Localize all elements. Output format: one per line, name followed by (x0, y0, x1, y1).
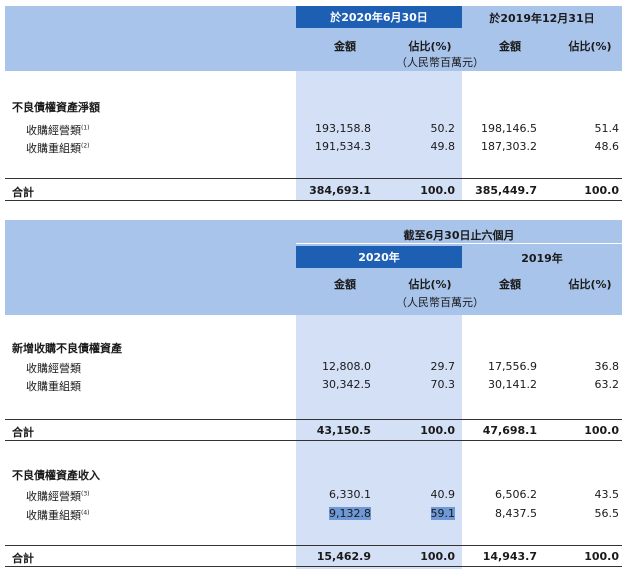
pct-header-2019: 佔比(%) (568, 278, 612, 291)
pct-header-2020: 佔比(%) (408, 278, 452, 291)
pct-header-2020: 佔比(%) (408, 40, 452, 53)
section-title: 不良債權資產收入 (12, 469, 100, 482)
row-label: 收購經營類(1) (26, 124, 90, 137)
section-title: 不良債權資產淨額 (12, 101, 100, 114)
total-amount-2020: 384,693.1 (309, 184, 371, 197)
total-pct-2019: 100.0 (584, 550, 619, 563)
row-pct-2019: 56.5 (594, 507, 620, 520)
row-amount-2019: 198,146.5 (481, 122, 537, 135)
divider (5, 178, 622, 179)
divider (5, 200, 622, 201)
current-period-column (296, 71, 462, 200)
row-amount-2019: 30,141.2 (488, 378, 537, 391)
amount-header-2019: 金額 (499, 278, 521, 291)
total-amount-2020: 43,150.5 (316, 424, 371, 437)
row-pct-2019: 43.5 (594, 488, 620, 501)
row-amount-2020: 6,330.1 (329, 488, 371, 501)
row-pct-2020-selected: 59.1 (430, 507, 455, 520)
section-title: 新增收購不良債權資產 (12, 342, 122, 355)
row-label: 收購經營類 (26, 362, 81, 375)
unit-label: （人民幣百萬元） (396, 296, 484, 309)
row-amount-2019: 17,556.9 (488, 360, 537, 373)
total-pct-2020: 100.0 (420, 424, 455, 437)
amount-header-2020: 金額 (334, 278, 356, 291)
amount-header-2019: 金額 (499, 40, 521, 53)
divider (5, 545, 622, 546)
total-amount-2019: 385,449.7 (475, 184, 537, 197)
period-header: 截至6月30日止六個月 (403, 229, 515, 242)
unit-label: （人民幣百萬元） (396, 56, 484, 69)
row-amount-2019: 187,303.2 (481, 140, 537, 153)
row-amount-2020-selected: 9,132.8 (329, 507, 371, 520)
period-2020-header: 於2020年6月30日 (296, 6, 462, 28)
total-label: 合計 (12, 552, 34, 565)
row-pct-2019: 51.4 (594, 122, 620, 135)
row-amount-2020: 193,158.8 (315, 122, 371, 135)
row-pct-2020: 40.9 (430, 488, 456, 501)
row-label: 收購重組類(2) (26, 142, 90, 155)
year-2019-header: 2019年 (521, 252, 563, 265)
row-pct-2019: 48.6 (594, 140, 620, 153)
row-amount-2020: 191,534.3 (315, 140, 371, 153)
row-amount-2020: 30,342.5 (322, 378, 371, 391)
total-amount-2020: 15,462.9 (316, 550, 371, 563)
divider (5, 440, 622, 441)
row-amount-2020: 12,808.0 (322, 360, 371, 373)
current-period-column (296, 315, 462, 569)
total-amount-2019: 47,698.1 (482, 424, 537, 437)
divider (5, 566, 622, 567)
row-pct-2020: 70.3 (430, 378, 456, 391)
row-pct-2020: 49.8 (430, 140, 456, 153)
total-pct-2019: 100.0 (584, 184, 619, 197)
header-rule (296, 243, 622, 244)
total-pct-2019: 100.0 (584, 424, 619, 437)
pct-header-2019: 佔比(%) (568, 40, 612, 53)
row-label: 收購重組類(4) (26, 509, 90, 522)
row-pct-2019: 36.8 (594, 360, 620, 373)
row-amount-2019: 8,437.5 (495, 507, 537, 520)
amount-header-2020: 金額 (334, 40, 356, 53)
row-pct-2020: 50.2 (430, 122, 456, 135)
period-2019-header: 於2019年12月31日 (489, 12, 595, 25)
total-label: 合計 (12, 186, 34, 199)
row-label: 收購經營類(3) (26, 490, 90, 503)
divider (5, 419, 622, 420)
total-pct-2020: 100.0 (420, 184, 455, 197)
row-pct-2020: 29.7 (430, 360, 456, 373)
total-label: 合計 (12, 426, 34, 439)
row-amount-2019: 6,506.2 (495, 488, 537, 501)
total-amount-2019: 14,943.7 (482, 550, 537, 563)
row-pct-2019: 63.2 (594, 378, 620, 391)
total-pct-2020: 100.0 (420, 550, 455, 563)
row-label: 收購重組類 (26, 380, 81, 393)
year-2020-header: 2020年 (296, 246, 462, 268)
